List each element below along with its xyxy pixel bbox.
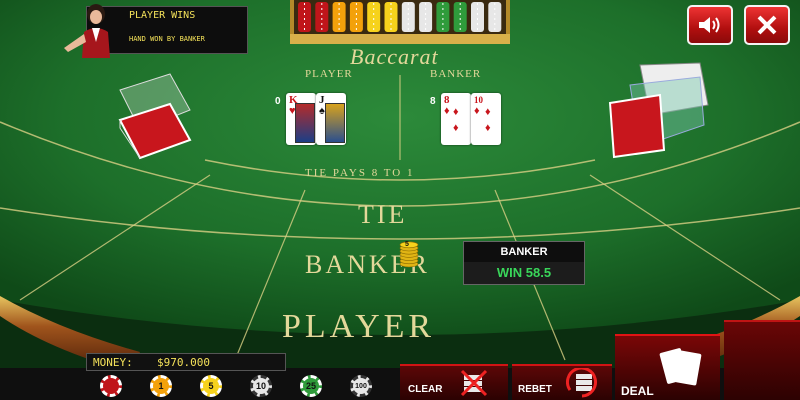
tray-chip-column [453, 2, 467, 32]
bottom-right-panel [724, 320, 800, 400]
bet-chip-value: 5 [405, 241, 409, 248]
bet-chip [399, 241, 419, 249]
player-card-1: K ♥ [286, 93, 316, 145]
game-stage: PLAYER WINS HAND WON BY BANKER Baccarat … [0, 0, 800, 400]
deal-cards-icon [659, 348, 702, 386]
king-face-art [295, 103, 315, 143]
rebet-label: REBET [518, 384, 552, 395]
sound-button[interactable] [687, 5, 733, 45]
player-card-2-suit: ♠ [319, 105, 325, 117]
bet-chip-stack [399, 241, 419, 268]
deal-label: DEAL [621, 384, 654, 398]
speaker-icon [699, 17, 720, 33]
notification-title: PLAYER WINS [129, 10, 196, 21]
banker-area-label: BANKER [430, 68, 482, 80]
money-display: MONEY: $970.000 [86, 353, 286, 371]
game-title: Baccarat [350, 44, 439, 69]
banker-card-2-suit: ♦ [474, 105, 480, 117]
banker-score: 8 [430, 96, 436, 107]
diamond-pip-icon: ♦ [453, 106, 459, 118]
clear-label: CLEAR [408, 384, 443, 395]
player-area-label: PLAYER [305, 68, 353, 80]
tray-chip-column [298, 2, 311, 32]
banker-card-1-suit: ♦ [444, 105, 450, 117]
bet-area-tie[interactable]: TIE [358, 200, 407, 230]
close-icon [757, 15, 777, 35]
result-win-text: WIN 58.5 [496, 265, 552, 280]
chip-5[interactable]: 5 [200, 375, 222, 397]
tray-chip-column [488, 2, 502, 32]
diamond-pip-icon: ♦ [485, 122, 491, 134]
clear-chips-icon [460, 369, 488, 397]
rebet-button[interactable]: REBET [512, 364, 612, 400]
bet-area-player[interactable]: PLAYER [282, 308, 435, 346]
diamond-pip-icon: ♦ [485, 106, 491, 118]
tie-pays-text: TIE PAYS 8 TO 1 [305, 167, 415, 179]
player-card-2: J ♠ [316, 93, 346, 145]
diamond-pip-icon: ♦ [453, 122, 459, 134]
tray-chip-column [471, 2, 484, 32]
tray-chip-column [436, 2, 450, 32]
tray-chip-column [367, 2, 381, 32]
banker-card-2: 10 ♦ ♦ ♦ [471, 93, 501, 145]
money-value: $970.000 [157, 356, 210, 369]
notification-message: HAND WON BY BANKER [129, 35, 205, 43]
clear-button[interactable]: CLEAR [400, 364, 508, 400]
chip-25[interactable]: 25 [300, 375, 322, 397]
tray-chip-column [349, 2, 363, 32]
result-title: BANKER [500, 246, 548, 258]
result-box: BANKER WIN 58.5 [463, 241, 585, 285]
rebet-chips-icon [566, 368, 597, 398]
jack-face-art [325, 103, 345, 143]
tray-chip-column [332, 2, 346, 32]
chip-10[interactable]: 10 [250, 375, 272, 397]
banker-card-1: 8 ♦ ♦ ♦ [441, 93, 471, 145]
deal-button[interactable]: DEAL [615, 334, 720, 400]
tray-chip-column [401, 2, 415, 32]
money-label: MONEY: [93, 356, 133, 369]
card-shoe [608, 62, 709, 159]
chip-1[interactable]: 1 [150, 375, 172, 397]
discard-holder [118, 73, 192, 160]
tray-chip-column [419, 2, 433, 32]
chip-100[interactable]: 100 [350, 375, 372, 397]
chip-tray [290, 0, 510, 44]
player-score: 0 [275, 96, 281, 107]
tray-chip-column [384, 2, 398, 32]
chip-red[interactable] [100, 375, 122, 397]
close-button[interactable] [744, 5, 790, 45]
dealer-avatar [64, 4, 110, 58]
tray-chip-column [315, 2, 329, 32]
